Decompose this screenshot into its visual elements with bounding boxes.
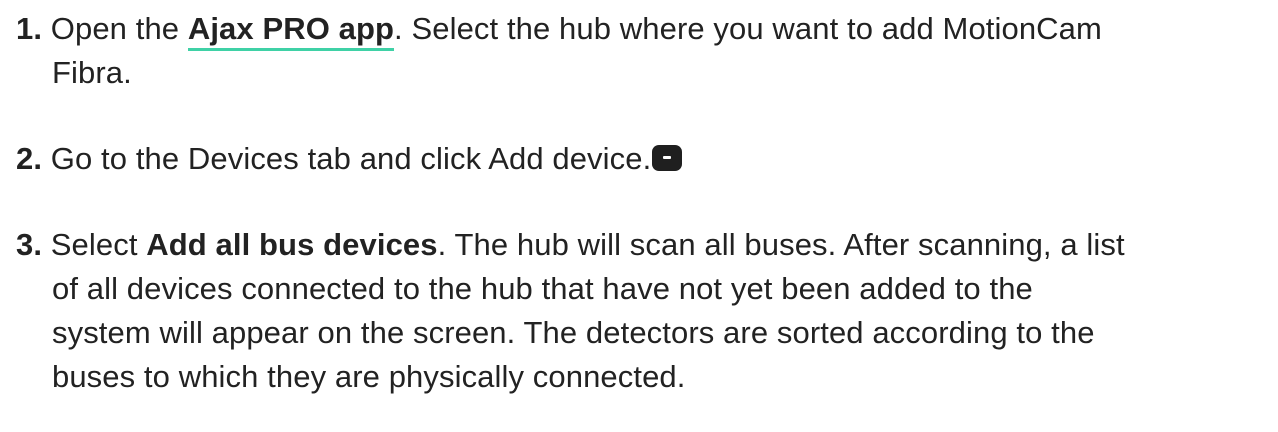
step-number: 1.: [16, 11, 43, 46]
add-all-bus-devices-label: Add all bus devices: [146, 227, 438, 262]
step-text-prefix: Open the: [50, 11, 188, 46]
step-1: 1. Open the Ajax PRO app. Select the hub…: [16, 7, 1266, 95]
step-text-line: Fibra.: [52, 55, 132, 90]
step-number: 3.: [16, 227, 43, 262]
step-number: 2.: [16, 141, 43, 176]
ajax-pro-app-link[interactable]: Ajax PRO app: [187, 11, 395, 51]
step-text-line: buses to which they are physically conne…: [52, 359, 686, 394]
step-text-prefix: Select: [50, 227, 147, 262]
step-text-line: of all devices connected to the hub that…: [52, 271, 1033, 306]
step-2: 2. Go to the Devices tab and click Add d…: [16, 137, 1266, 181]
step-3: 3. Select Add all bus devices. The hub w…: [16, 223, 1266, 399]
step-text: . Select the hub where you want to add M…: [394, 11, 1102, 46]
step-text-line: system will appear on the screen. The de…: [52, 315, 1095, 350]
step-text: Go to the Devices tab and click Add devi…: [50, 141, 652, 176]
step-text: . The hub will scan all buses. After sca…: [437, 227, 1125, 262]
minus-icon: [652, 145, 683, 171]
